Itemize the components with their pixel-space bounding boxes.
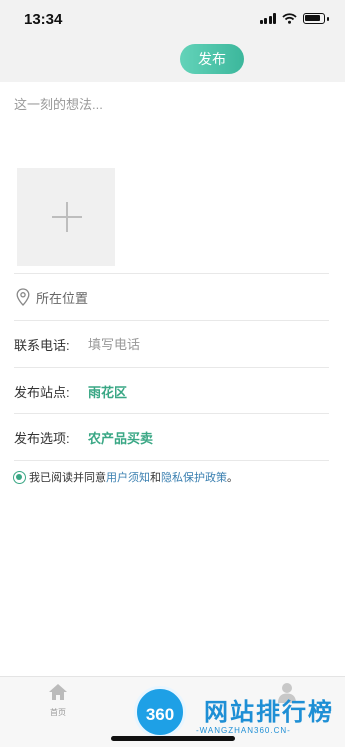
station-row[interactable]: 发布站点: 雨花区 [14, 368, 329, 414]
user-notice-link[interactable]: 用户须知 [106, 469, 150, 485]
agreement-suffix: 。 [227, 472, 238, 484]
agreement: 我已阅读并同意 用户须知 和 隐私保护政策 。 [13, 469, 238, 485]
publish-button[interactable]: 发布 [180, 44, 244, 74]
home-icon [49, 684, 67, 700]
battery-icon [303, 13, 325, 24]
station-label: 发布站点: [14, 384, 70, 400]
phone-input[interactable] [88, 336, 268, 352]
agreement-middle: 和 [150, 472, 161, 484]
wifi-icon [282, 13, 297, 24]
header-bar: 发布 [0, 40, 345, 82]
status-icons [259, 13, 329, 24]
divider [14, 460, 329, 461]
watermark-title: 网站排行榜 [204, 699, 334, 726]
status-time: 13:34 [24, 11, 63, 28]
signal-icon [259, 13, 276, 24]
phone-label: 联系电话: [14, 337, 70, 353]
option-row[interactable]: 发布选项: 农产品买卖 [14, 414, 329, 460]
watermark-360-logo: 360 [134, 686, 186, 738]
station-value[interactable]: 雨花区 [88, 382, 127, 401]
agreement-prefix: 我已阅读并同意 [29, 472, 106, 484]
watermark-url: -WANGZHAN360.CN- [196, 726, 291, 735]
status-bar: 13:34 [0, 0, 345, 40]
add-photo-button[interactable] [17, 168, 115, 266]
home-indicator [111, 736, 235, 741]
battery-tip [327, 16, 329, 21]
post-text-input[interactable] [14, 94, 330, 154]
privacy-policy-link[interactable]: 隐私保护政策 [161, 469, 227, 485]
tab-home-label: 首页 [50, 708, 66, 717]
phone-row: 联系电话: [14, 321, 329, 367]
option-value[interactable]: 农产品买卖 [88, 428, 153, 447]
agreement-checkbox[interactable] [13, 470, 26, 484]
option-label: 发布选项: [14, 430, 70, 446]
location-label: 所在位置 [36, 290, 89, 306]
location-row[interactable]: 所在位置 [14, 274, 329, 320]
tab-home[interactable]: 首页 [44, 683, 72, 718]
location-pin-icon [16, 288, 30, 306]
